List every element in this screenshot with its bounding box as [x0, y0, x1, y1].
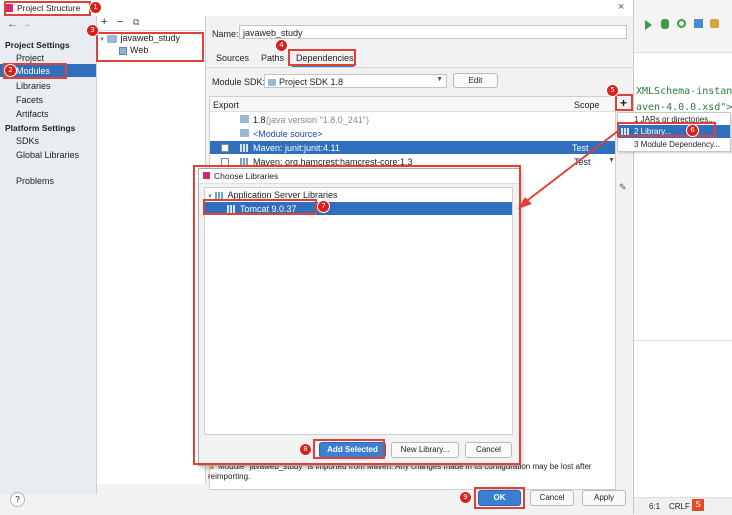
ime-icon: S — [692, 499, 704, 511]
module-name-value: javaweb_study — [243, 28, 303, 38]
highlight-add-selected — [313, 439, 385, 459]
highlight-title — [4, 1, 91, 16]
badge-3: 3 — [86, 24, 99, 37]
jdk-detail: (java version "1.8.0_241") — [266, 115, 369, 125]
highlight-module-tree — [96, 32, 204, 62]
highlight-tomcat — [203, 199, 317, 215]
menu-item-module-dependency[interactable]: 3 Module Dependency... — [618, 138, 730, 150]
line-separator[interactable]: CRLF — [669, 502, 690, 511]
back-arrow-icon[interactable]: ← — [7, 18, 18, 30]
sdk-edit-button[interactable]: Edit — [453, 73, 498, 88]
header-export[interactable]: Export — [213, 100, 239, 110]
platform-settings-header: Platform Settings — [5, 123, 76, 133]
badge-8: 8 — [299, 443, 312, 456]
module-name-input[interactable]: javaweb_study — [239, 25, 627, 39]
junit-export-checkbox[interactable] — [221, 144, 229, 152]
cursor-position[interactable]: 6:1 — [649, 502, 660, 511]
settings-icon[interactable] — [710, 19, 719, 28]
nav-item-project[interactable]: Project — [16, 53, 44, 63]
nav-item-artifacts[interactable]: Artifacts — [16, 109, 49, 119]
library-icon — [240, 144, 249, 152]
highlight-dependencies-tab — [288, 49, 356, 66]
module-source-name: <Module source> — [253, 129, 323, 139]
badge-2: 2 — [4, 64, 17, 77]
sdk-folder-icon — [268, 79, 276, 87]
add-module-icon[interactable]: + — [101, 16, 107, 28]
nav-item-sdks[interactable]: SDKs — [16, 136, 39, 146]
debug-icon[interactable] — [661, 19, 669, 29]
header-scope[interactable]: Scope — [574, 100, 600, 110]
badge-7: 7 — [317, 200, 330, 213]
jdk-folder-icon — [240, 115, 249, 123]
stop-icon[interactable] — [694, 19, 703, 28]
module-sdk-label: Module SDK: — [212, 77, 266, 87]
tab-sources[interactable]: Sources — [216, 53, 249, 63]
ide-status-bar: 6:1 CRLF S — [633, 497, 732, 515]
nav-item-global-libraries[interactable]: Global Libraries — [16, 150, 79, 160]
tree-toolbar-divider — [97, 30, 205, 31]
module-source-icon — [240, 129, 249, 137]
apply-button[interactable]: Apply — [582, 490, 626, 506]
nav-item-facets[interactable]: Facets — [16, 95, 43, 105]
badge-9: 9 — [459, 491, 472, 504]
project-settings-header: Project Settings — [5, 40, 70, 50]
module-sdk-select[interactable]: Project SDK 1.8 ▼ — [264, 74, 447, 88]
background-ide: XMLSchema-instan aven-4.0.0.xsd"> 6:1 CR… — [633, 0, 732, 515]
annotation-arrow — [518, 130, 619, 209]
module-sdk-value: Project SDK 1.8 — [279, 77, 344, 87]
close-icon[interactable]: × — [618, 1, 624, 13]
junit-name: Maven: junit:junit:4.11 — [253, 143, 340, 153]
chevron-down-icon: ▼ — [436, 76, 443, 83]
remove-module-icon[interactable]: − — [117, 16, 123, 28]
help-button[interactable]: ? — [10, 492, 25, 507]
badge-6: 6 — [686, 124, 699, 137]
ide-panel-divider — [633, 340, 732, 341]
nav-item-problems[interactable]: Problems — [16, 176, 54, 186]
settings-nav: ← → Project Settings Project Modules Lib… — [0, 16, 97, 494]
highlight-ok — [474, 487, 525, 509]
run-icon[interactable] — [645, 20, 652, 30]
tab-paths[interactable]: Paths — [261, 53, 284, 63]
badge-1: 1 — [89, 1, 102, 14]
name-label: Name: — [212, 29, 239, 39]
table-header: Export Scope — [210, 97, 615, 112]
module-tree-panel: + − ⧉ ▼ javaweb_study Web — [97, 16, 206, 484]
badge-5: 5 — [606, 84, 619, 97]
highlight-library-item — [617, 122, 716, 137]
profile-icon[interactable] — [677, 19, 686, 28]
badge-4: 4 — [275, 39, 288, 52]
highlight-add-button — [615, 94, 633, 111]
ide-toolbar — [633, 0, 732, 53]
code-line-1: XMLSchema-instan — [636, 86, 732, 97]
jdk-name: 1.8 — [253, 115, 266, 125]
nav-item-libraries[interactable]: Libraries — [16, 81, 51, 91]
cancel-button[interactable]: Cancel — [530, 490, 574, 506]
copy-module-icon[interactable]: ⧉ — [133, 17, 139, 28]
menu-item-module-label: 3 Module Dependency... — [634, 140, 721, 149]
tabs-divider — [206, 67, 633, 68]
forward-arrow-icon[interactable]: → — [21, 18, 32, 30]
